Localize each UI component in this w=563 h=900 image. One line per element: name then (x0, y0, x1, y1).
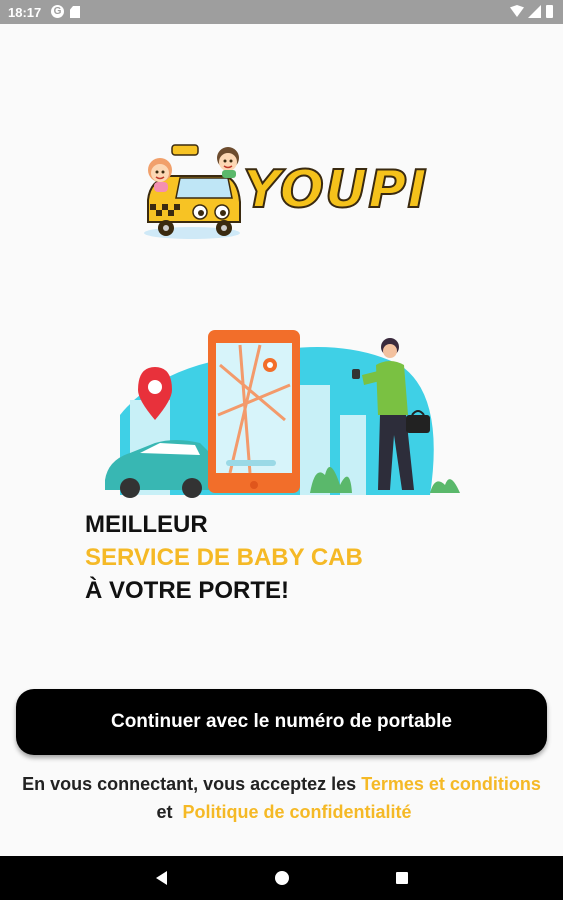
back-icon[interactable] (156, 871, 167, 885)
battery-icon (546, 5, 553, 18)
sd-card-icon (70, 6, 80, 18)
tagline-line-1: MEILLEUR (85, 511, 208, 538)
status-time: 18:17 (8, 5, 42, 20)
tagline-line-3: À VOTRE PORTE! (85, 577, 290, 604)
tagline-line-2: SERVICE DE BABY CAB (85, 544, 363, 571)
wifi-icon (510, 5, 524, 17)
continue-with-phone-button[interactable]: Continuer avec le numéro de portable (16, 689, 547, 755)
home-icon[interactable] (275, 871, 289, 885)
legal-consent-text: En vous connectant, vous acceptez les Te… (0, 770, 563, 826)
phone-map-taxi-illustration (105, 330, 460, 498)
app-logo-text: YOUPI (242, 159, 428, 221)
legal-and: et (156, 802, 173, 822)
recents-icon[interactable] (396, 872, 408, 884)
tagline: MEILLEUR SERVICE DE BABY CAB À VOTRE POR… (85, 508, 363, 607)
privacy-policy-link[interactable]: Politique de confidentialité (183, 802, 412, 822)
terms-link[interactable]: Termes et conditions (361, 774, 541, 794)
status-bar: 18:17 G (0, 0, 563, 24)
navigation-bar (0, 856, 563, 900)
google-notification-icon: G (51, 5, 64, 18)
signal-icon (528, 5, 541, 18)
legal-prefix: En vous connectant, vous acceptez les (22, 774, 357, 794)
